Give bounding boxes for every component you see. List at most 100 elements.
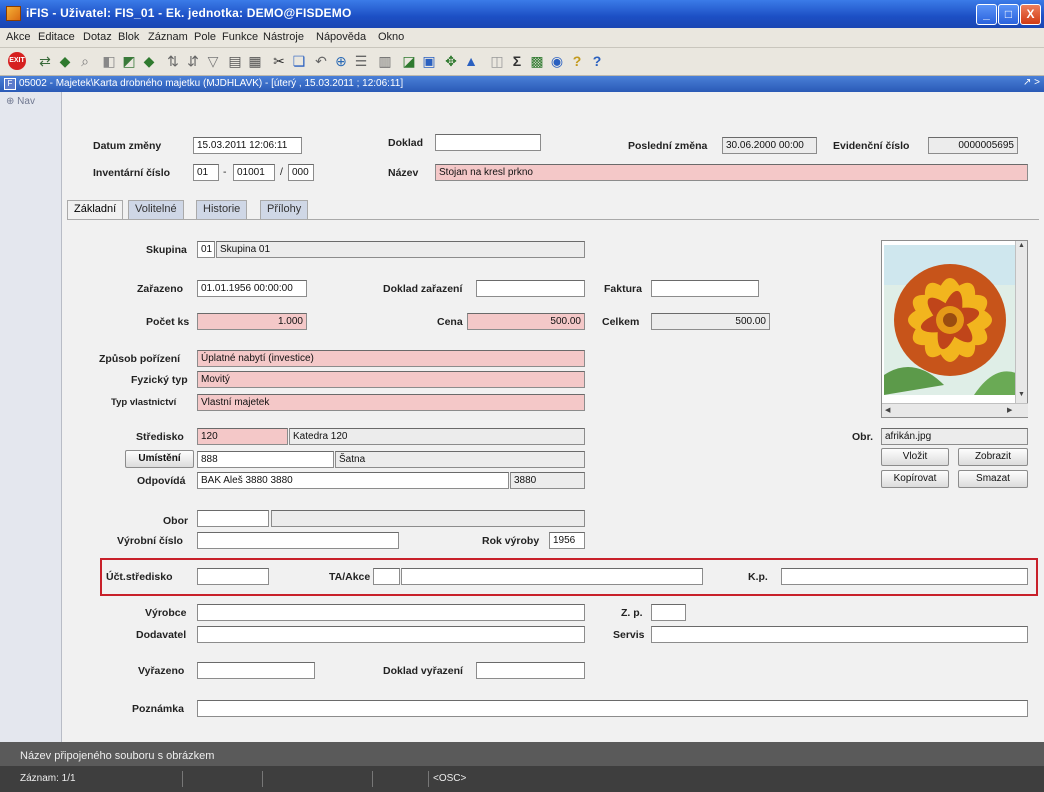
print-preview-icon[interactable]: ▦	[246, 52, 264, 70]
menu-okno[interactable]: Okno	[378, 31, 404, 43]
menu-dotaz[interactable]: Dotaz	[83, 31, 112, 43]
commit-icon[interactable]: ◆	[56, 52, 74, 70]
celkem-label: Celkem	[602, 316, 640, 328]
tab-prilohy[interactable]: Přílohy	[260, 200, 309, 219]
fyzicky-typ-field[interactable]: Movitý	[197, 371, 585, 388]
menu-blok[interactable]: Blok	[118, 31, 139, 43]
dodavatel-field[interactable]	[197, 626, 585, 643]
faktura-field[interactable]	[651, 280, 759, 297]
kp-field[interactable]	[781, 568, 1028, 585]
scroll-down-icon[interactable]: ▼	[1018, 391, 1025, 398]
sum-icon[interactable]: Σ	[508, 52, 526, 70]
execute-query-icon[interactable]: ◩	[120, 52, 138, 70]
zarazeno-field[interactable]: 01.01.1956 00:00:00	[197, 280, 307, 297]
context-help-icon[interactable]: ?	[588, 52, 606, 70]
image-vertical-scrollbar[interactable]: ▲ ▼	[1015, 241, 1027, 403]
vyrobce-field[interactable]	[197, 604, 585, 621]
nav-toggle[interactable]: ⊕ Nav	[6, 96, 35, 107]
typ-vlastnictvi-field[interactable]: Vlastní majetek	[197, 394, 585, 411]
undo-icon[interactable]: ↶	[312, 52, 330, 70]
menu-napoveda[interactable]: Nápověda	[316, 31, 366, 43]
menu-funkce[interactable]: Funkce	[222, 31, 258, 43]
form-icon: F	[4, 78, 16, 90]
poznamka-label: Poznámka	[132, 703, 184, 715]
typ-vlastnictvi-label: Typ vlastnictví	[111, 397, 177, 408]
stredisko-code-field[interactable]: 120	[197, 428, 288, 445]
excel-icon[interactable]: ▩	[528, 52, 546, 70]
table-icon[interactable]: ▥	[376, 52, 394, 70]
kp-label: K.p.	[748, 571, 768, 583]
pocet-ks-field[interactable]: 1.000	[197, 313, 307, 330]
skupina-code-field[interactable]: 01	[197, 241, 215, 258]
enter-query-icon[interactable]: ◧	[100, 52, 118, 70]
umisteni-code-field[interactable]: 888	[197, 451, 334, 468]
menu-nastroje[interactable]: Nástroje	[263, 31, 304, 43]
new-record-icon[interactable]: ▣	[420, 52, 438, 70]
zp-field[interactable]	[651, 604, 686, 621]
list-icon[interactable]: ☰	[352, 52, 370, 70]
ta-akce-code-field[interactable]	[373, 568, 400, 585]
minimize-button[interactable]: _	[976, 4, 997, 25]
odpovida-name-field[interactable]: BAK Aleš 3880 3880	[197, 472, 509, 489]
scroll-right-icon[interactable]: ▶	[1007, 406, 1012, 414]
filter-icon[interactable]: ▽	[204, 52, 222, 70]
kopirovat-button[interactable]: Kopírovat	[881, 470, 949, 488]
servis-field[interactable]	[651, 626, 1028, 643]
rok-vyroby-field[interactable]: 1956	[549, 532, 585, 549]
status-cell-empty-2	[262, 771, 372, 787]
menu-editace[interactable]: Editace	[38, 31, 75, 43]
tree-icon[interactable]: ✥	[442, 52, 460, 70]
vyrobni-cislo-field[interactable]	[197, 532, 399, 549]
uct-stredisko-field[interactable]	[197, 568, 269, 585]
cancel-query-icon[interactable]: ◆	[140, 52, 158, 70]
menu-pole[interactable]: Pole	[194, 31, 216, 43]
doklad-field[interactable]	[435, 134, 541, 151]
tab-volitelne[interactable]: Volitelné	[128, 200, 184, 219]
inventarni-cislo-part1[interactable]: 01	[193, 164, 219, 181]
faktura-label: Faktura	[604, 283, 642, 295]
scroll-up-icon[interactable]: ▲	[1018, 242, 1025, 249]
ta-akce-name-field[interactable]	[401, 568, 703, 585]
exit-icon[interactable]: EXIT	[8, 52, 26, 70]
smazat-button[interactable]: Smazat	[958, 470, 1028, 488]
datum-zmeny-field[interactable]: 15.03.2011 12:06:11	[193, 137, 302, 154]
tab-zakladni[interactable]: Základní	[67, 200, 124, 220]
find-icon[interactable]: ⊕	[332, 52, 350, 70]
umisteni-button[interactable]: Umístění	[125, 450, 194, 468]
globe-icon[interactable]: ◉	[548, 52, 566, 70]
inventarni-cislo-part2[interactable]: 01001	[233, 164, 275, 181]
record-icon[interactable]: ◪	[400, 52, 418, 70]
poznamka-field[interactable]	[197, 700, 1028, 717]
menu-zaznam[interactable]: Záznam	[148, 31, 188, 43]
restore-icon[interactable]: ↗ >	[1023, 77, 1040, 88]
vlozit-button[interactable]: Vložit	[881, 448, 949, 466]
cut-icon[interactable]: ✂	[270, 52, 288, 70]
obor-code-field[interactable]	[197, 510, 269, 527]
help-icon[interactable]: ?	[568, 52, 586, 70]
scroll-left-icon[interactable]: ◀	[885, 406, 890, 414]
zpusob-porizeni-label: Způsob pořízení	[99, 353, 181, 365]
zpusob-porizeni-field[interactable]: Úplatné nabytí (investice)	[197, 350, 585, 367]
cena-field[interactable]: 500.00	[467, 313, 585, 330]
flower-image	[884, 245, 1016, 395]
inventarni-cislo-part3[interactable]: 000	[288, 164, 314, 181]
close-button[interactable]: X	[1020, 4, 1041, 25]
copy-icon[interactable]: ❏	[290, 52, 308, 70]
doklad-vyrazeni-field[interactable]	[476, 662, 585, 679]
calculator-icon[interactable]: ◫	[488, 52, 506, 70]
image-horizontal-scrollbar[interactable]: ◀ ▶	[882, 403, 1028, 417]
menu-akce[interactable]: Akce	[6, 31, 30, 43]
save-icon[interactable]: ⇄	[36, 52, 54, 70]
vyrazeno-field[interactable]	[197, 662, 315, 679]
zobrazit-button[interactable]: Zobrazit	[958, 448, 1028, 466]
warning-icon[interactable]: ▲	[462, 52, 480, 70]
doklad-zarazeni-field[interactable]	[476, 280, 585, 297]
sort-asc-icon[interactable]: ⇅	[164, 52, 182, 70]
print-icon[interactable]: ▤	[226, 52, 244, 70]
nazev-field[interactable]: Stojan na kresl prkno	[435, 164, 1028, 181]
query-icon[interactable]: ⌕	[76, 52, 94, 70]
maximize-button[interactable]: □	[998, 4, 1019, 25]
sort-desc-icon[interactable]: ⇵	[184, 52, 202, 70]
tab-historie[interactable]: Historie	[196, 200, 248, 219]
rok-vyroby-label: Rok výroby	[482, 535, 540, 547]
